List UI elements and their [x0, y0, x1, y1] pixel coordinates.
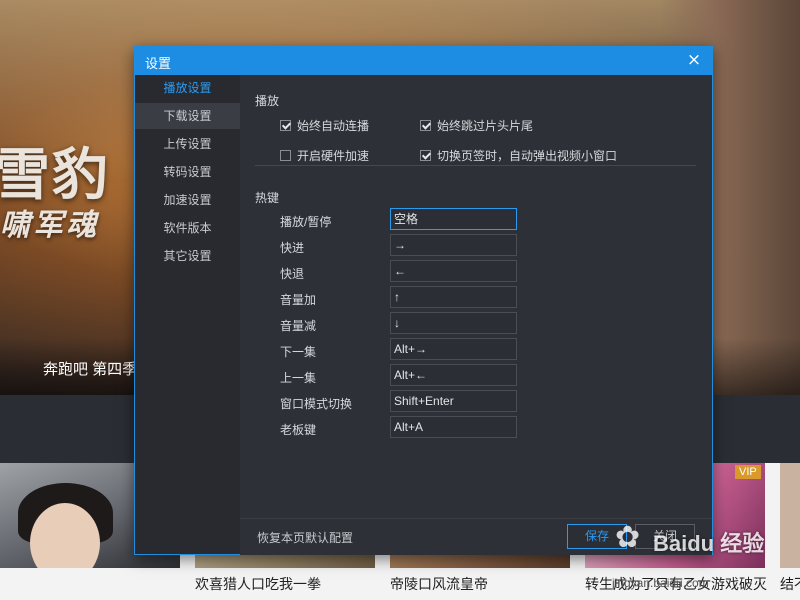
sidebar-item-play[interactable]: 播放设置	[135, 75, 240, 101]
hotkey-input-play-pause[interactable]: 空格	[390, 208, 517, 230]
dialog-titlebar[interactable]: 设置 ×	[135, 47, 712, 75]
hotkey-label-volume-down: 音量减	[280, 319, 317, 333]
item-title-2[interactable]: 帝陵口风流皇帝	[390, 574, 488, 594]
hotkey-input-volume-down[interactable]: ↓	[390, 312, 517, 334]
settings-dialog: 设置 × 播放设置 下载设置 上传设置 转码设置 加速设置 软件版本 其它设置 …	[134, 46, 713, 555]
thumbnail-5[interactable]	[780, 463, 800, 568]
hotkey-input-boss-key[interactable]: Alt+A	[390, 416, 517, 438]
hotkey-input-window-mode[interactable]: Shift+Enter	[390, 390, 517, 412]
hotkey-label-window-mode: 窗口模式切换	[280, 397, 353, 411]
checkbox-label: 始终自动连播	[297, 119, 370, 133]
checkbox-mini-window[interactable]: 切换页签时，自动弹出视频小窗口	[420, 147, 617, 164]
hotkey-label-rewind: 快退	[280, 267, 305, 281]
banner-caption[interactable]: 奔跑吧 第四季	[43, 358, 137, 379]
checkbox-icon[interactable]	[420, 120, 431, 131]
sidebar-item-upload[interactable]: 上传设置	[135, 131, 240, 157]
checkbox-label: 切换页签时，自动弹出视频小窗口	[437, 149, 618, 163]
sidebar-item-version[interactable]: 软件版本	[135, 215, 240, 241]
checkbox-hardware-accel[interactable]: 开启硬件加速	[280, 147, 369, 164]
hotkey-section-heading: 热键	[255, 191, 280, 205]
checkbox-label: 始终跳过片头片尾	[437, 119, 534, 133]
watermark-text: Baidu 经验	[653, 531, 765, 556]
settings-content: 播放 始终自动连播 始终跳过片头片尾 开启硬件加速 切换页签时，自动弹出视频小窗…	[240, 75, 712, 518]
sidebar-item-transcode[interactable]: 转码设置	[135, 159, 240, 185]
checkbox-icon[interactable]	[280, 120, 291, 131]
hotkey-label-prev-episode: 上一集	[280, 371, 317, 385]
poster-title: 雪豹	[0, 142, 110, 208]
hotkey-label-next-episode: 下一集	[280, 345, 317, 359]
hotkey-label-volume-up: 音量加	[280, 293, 317, 307]
checkbox-label: 开启硬件加速	[297, 149, 370, 163]
poster-subtitle: 啸军魂	[0, 208, 99, 243]
hotkey-input-forward[interactable]: →	[390, 234, 517, 256]
watermark-url: jingyan.baidu.com	[612, 576, 709, 590]
checkbox-auto-play-next[interactable]: 始终自动连播	[280, 117, 369, 134]
checkbox-skip-intro-outro[interactable]: 始终跳过片头片尾	[420, 117, 533, 134]
item-title-1[interactable]: 欢喜猎人口吃我一拳	[195, 574, 321, 594]
settings-sidebar: 播放设置 下载设置 上传设置 转码设置 加速设置 软件版本 其它设置	[135, 75, 240, 554]
sidebar-item-acceleration[interactable]: 加速设置	[135, 187, 240, 213]
hotkey-input-prev-episode[interactable]: Alt+←	[390, 364, 517, 386]
checkbox-icon[interactable]	[420, 150, 431, 161]
hotkey-label-play-pause: 播放/暂停	[280, 215, 332, 229]
restore-defaults-link[interactable]: 恢复本页默认配置	[257, 529, 353, 546]
hotkey-label-boss-key: 老板键	[280, 423, 317, 437]
sidebar-item-other[interactable]: 其它设置	[135, 243, 240, 269]
watermark: ✿ Baidu 经验	[615, 520, 765, 570]
checkbox-icon[interactable]	[280, 150, 291, 161]
dialog-title: 设置	[145, 56, 172, 71]
vip-badge: VIP	[735, 465, 761, 479]
close-icon[interactable]: ×	[684, 50, 704, 70]
hotkey-input-next-episode[interactable]: Alt+→	[390, 338, 517, 360]
section-divider	[255, 165, 696, 166]
hotkey-input-volume-up[interactable]: ↑	[390, 286, 517, 308]
play-section-heading: 播放	[255, 94, 280, 108]
hotkey-input-rewind[interactable]: ←	[390, 260, 517, 282]
sidebar-item-download[interactable]: 下载设置	[135, 103, 240, 129]
item-title-4[interactable]: 结不	[780, 574, 800, 594]
paw-icon: ✿	[615, 520, 641, 555]
hotkey-label-forward: 快进	[280, 241, 305, 255]
